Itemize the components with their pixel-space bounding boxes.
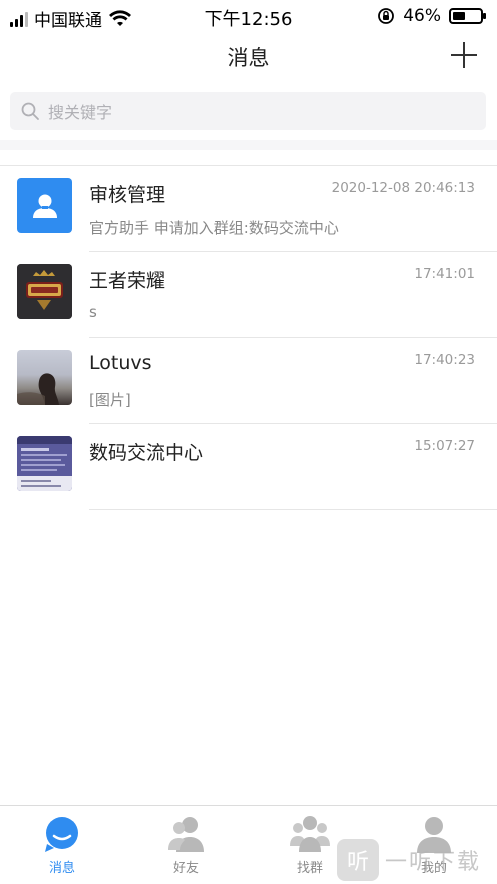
conversation-name: Lotuvs (89, 352, 152, 374)
status-bar: 中国联通 下午12:56 46% (0, 0, 497, 34)
conversation-preview: [图片] (89, 391, 131, 409)
conversation-preview: 官方助手 申请加入群组:数码交流中心 (89, 219, 339, 237)
group-search-icon (290, 816, 330, 852)
game-logo (17, 264, 72, 319)
conversation-name: 数码交流中心 (89, 442, 204, 464)
conversation-preview: s (89, 303, 97, 321)
search-placeholder: 搜关键字 (48, 103, 113, 122)
section-gap (0, 140, 497, 150)
tab-messages[interactable]: 消息 (32, 814, 92, 876)
battery-percent: 46% (403, 6, 441, 26)
conversation-item-lotuvs[interactable]: Lotuvs 17:40:23 [图片] (0, 338, 497, 424)
search-icon (21, 102, 39, 120)
tab-label: 好友 (172, 861, 199, 876)
tab-bar: 消息 好友 找群 我的 (0, 805, 497, 884)
battery-fill (453, 12, 465, 20)
status-right: 46% (377, 6, 486, 26)
conversation-name: 审核管理 (89, 184, 166, 206)
nav-bar: 消息 (0, 34, 497, 80)
tab-profile[interactable]: 我的 (404, 814, 464, 876)
person-icon (17, 178, 72, 233)
photo-avatar (17, 350, 72, 405)
tab-label: 消息 (48, 861, 75, 876)
battery-icon (449, 8, 486, 24)
tab-label: 我的 (420, 861, 447, 876)
plus-icon[interactable] (451, 42, 477, 68)
conversation-name: 王者荣耀 (89, 270, 166, 292)
tab-friends[interactable]: 好友 (156, 814, 216, 876)
group-avatar (17, 436, 72, 491)
conversation-item-game[interactable]: 王者荣耀 17:41:01 s (0, 252, 497, 338)
page-title: 消息 (227, 46, 270, 70)
conversation-time: 17:41:01 (414, 266, 475, 282)
tab-find-group[interactable]: 找群 (280, 814, 340, 876)
conversation-time: 2020-12-08 20:46:13 (331, 180, 475, 196)
rotation-lock-icon (378, 8, 395, 24)
conversation-item-group[interactable]: 数码交流中心 15:07:27 (0, 424, 497, 510)
conversation-list: 审核管理 2020-12-08 20:46:13 官方助手 申请加入群组:数码交… (0, 166, 497, 510)
search-input[interactable]: 搜关键字 (10, 92, 486, 130)
conversation-time: 17:40:23 (414, 352, 475, 368)
conversation-item-audit[interactable]: 审核管理 2020-12-08 20:46:13 官方助手 申请加入群组:数码交… (0, 166, 497, 252)
divider (89, 509, 497, 510)
friends-icon (168, 817, 204, 852)
conversation-time: 15:07:27 (414, 438, 475, 454)
message-icon (45, 817, 78, 852)
tab-label: 找群 (296, 861, 323, 876)
profile-icon (417, 817, 451, 853)
